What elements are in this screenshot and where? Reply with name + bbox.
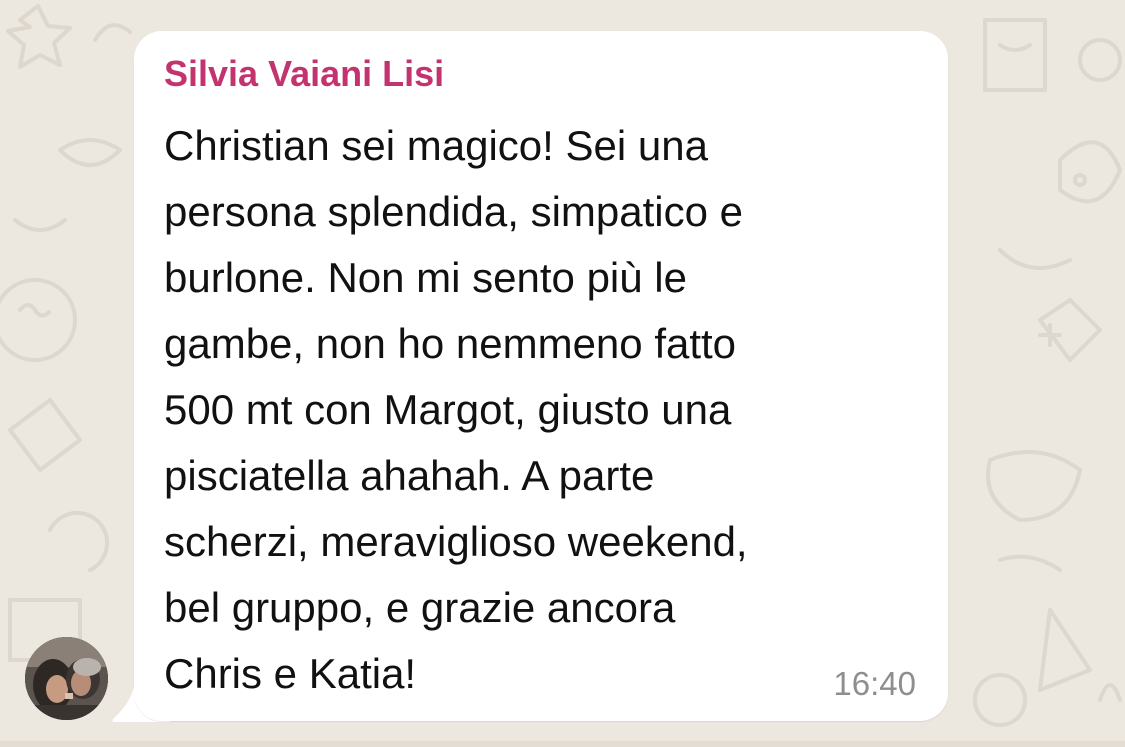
message-line: pisciatella ahahah. A parte [164,452,655,499]
message-timestamp: 16:40 [833,665,916,702]
message-line: Chris e Katia! [164,650,417,697]
message-text: Christian sei magico! Sei una persona sp… [164,113,904,707]
sender-name[interactable]: Silvia Vaiani Lisi [164,53,444,95]
message-line: burlone. Non mi sento più le [164,254,687,301]
message-line: 500 mt con Margot, giusto una [164,386,732,433]
message-bubble[interactable]: Silvia Vaiani Lisi Christian sei magico!… [134,31,948,721]
message-line: gambe, non ho nemmeno fatto [164,320,737,367]
bottom-divider [0,741,1125,747]
message-line: scherzi, meraviglioso weekend, [164,518,748,565]
avatar-photo-icon [25,637,108,720]
sender-avatar[interactable] [25,637,108,720]
message-line: persona splendida, simpatico e [164,188,744,235]
message-line: Christian sei magico! Sei una [164,122,708,169]
message-line: bel gruppo, e grazie ancora [164,584,676,631]
